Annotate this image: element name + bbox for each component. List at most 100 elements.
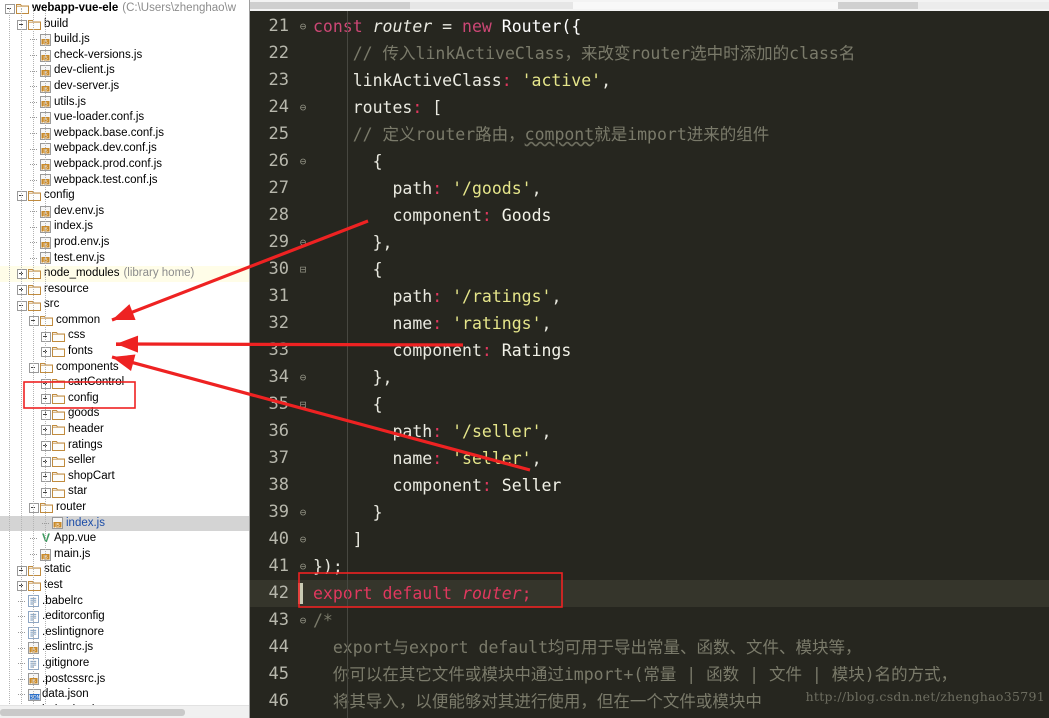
tree-item-dev-env-js[interactable]: JS dev.env.js <box>0 204 250 220</box>
tree-item-star[interactable]: star <box>0 484 250 500</box>
tree-item-seller[interactable]: seller <box>0 453 250 469</box>
tree-item--gitignore[interactable]: .gitignore <box>0 656 250 672</box>
code-fold-toggle-icon[interactable]: ⊖ <box>296 364 310 391</box>
editor-horizontal-scrollbar[interactable] <box>250 0 1049 11</box>
code-fold-toggle-icon[interactable]: ⊖ <box>296 553 310 580</box>
code-line[interactable]: 38 component: Seller <box>250 472 1049 499</box>
tree-item-webapp-vue-ele[interactable]: webapp-vue-ele (C:\Users\zhenghao\w <box>0 1 250 17</box>
code-line[interactable]: 30 ⊟ { <box>250 256 1049 283</box>
tree-item-vue-loader-conf-js[interactable]: JS vue-loader.conf.js <box>0 110 250 126</box>
tree-item-shopcart[interactable]: shopCart <box>0 469 250 485</box>
tree-item-test-env-js[interactable]: JS test.env.js <box>0 251 250 267</box>
tree-item-utils-js[interactable]: JS utils.js <box>0 95 250 111</box>
code-line[interactable]: 44 export与export default均可用于导出常量、函数、文件、模… <box>250 634 1049 661</box>
code-line[interactable]: 25 // 定义router路由，compont就是import进来的组件 <box>250 121 1049 148</box>
scrollbar-thumb[interactable] <box>0 709 185 716</box>
code-line[interactable]: 21 ⊖ const router = new Router({ <box>250 13 1049 40</box>
code-fold-toggle-icon[interactable]: ⊖ <box>296 94 310 121</box>
project-tree-panel[interactable]: webapp-vue-ele (C:\Users\zhenghao\w build J… <box>0 0 250 718</box>
sidebar-horizontal-scrollbar[interactable] <box>0 705 250 718</box>
tree-item-router[interactable]: router <box>0 500 250 516</box>
tree-item-label: static <box>44 563 71 576</box>
code-line[interactable]: 33 component: Ratings <box>250 337 1049 364</box>
caret-row-marker <box>298 583 303 604</box>
code-line[interactable]: 24 ⊖ routes: [ <box>250 94 1049 121</box>
tree-item-common[interactable]: common <box>0 313 250 329</box>
code-line[interactable]: 34 ⊖ }, <box>250 364 1049 391</box>
code-line[interactable]: 37 name: 'seller', <box>250 445 1049 472</box>
code-line[interactable]: 40 ⊖ ] <box>250 526 1049 553</box>
code-line[interactable]: 23 linkActiveClass: 'active', <box>250 67 1049 94</box>
code-line[interactable]: 43 ⊖/* <box>250 607 1049 634</box>
tree-item-static[interactable]: static <box>0 562 250 578</box>
tree-item-webpack-test-conf-js[interactable]: JS webpack.test.conf.js <box>0 173 250 189</box>
tree-item--eslintignore[interactable]: .eslintignore <box>0 625 250 641</box>
code-fold-toggle-icon[interactable]: ⊖ <box>296 148 310 175</box>
project-tree[interactable]: webapp-vue-ele (C:\Users\zhenghao\w build J… <box>0 0 250 718</box>
code-fold-toggle-icon[interactable]: ⊟ <box>296 391 310 418</box>
tree-item-dev-client-js[interactable]: JS dev-client.js <box>0 63 250 79</box>
code-fold-toggle-icon[interactable]: ⊖ <box>296 229 310 256</box>
code-line[interactable]: 35 ⊟ { <box>250 391 1049 418</box>
folder-icon <box>40 502 53 514</box>
code-fold-toggle-icon[interactable]: ⊖ <box>296 499 310 526</box>
code-line[interactable]: 36 path: '/seller', <box>250 418 1049 445</box>
tree-item-test[interactable]: test <box>0 578 250 594</box>
code-line[interactable]: 29 ⊖ }, <box>250 229 1049 256</box>
tree-item-cartcontrol[interactable]: cartControl <box>0 375 250 391</box>
tree-item-label: .babelrc <box>42 594 83 607</box>
tree-item-webpack-base-conf-js[interactable]: JS webpack.base.conf.js <box>0 126 250 142</box>
tree-item-index-js[interactable]: JS index.js <box>0 219 250 235</box>
tree-item-webpack-prod-conf-js[interactable]: JS webpack.prod.conf.js <box>0 157 250 173</box>
code-line[interactable]: 22 // 传入linkActiveClass，来改变router选中时添加的c… <box>250 40 1049 67</box>
code-line[interactable]: 32 name: 'ratings', <box>250 310 1049 337</box>
tree-item-config[interactable]: config <box>0 188 250 204</box>
code-line[interactable]: 45 你可以在其它文件或模块中通过import+(常量 | 函数 | 文件 | … <box>250 661 1049 688</box>
code-token: routes <box>313 98 413 117</box>
code-token: 将其导入，以便能够对其进行使用，但在一个文件或模块中 <box>313 692 762 711</box>
code-line[interactable]: 39 ⊖ } <box>250 499 1049 526</box>
code-line[interactable]: 27 path: '/goods', <box>250 175 1049 202</box>
code-editor[interactable]: 21 ⊖ const router = new Router({22 // 传入li… <box>250 0 1049 718</box>
tree-item-config[interactable]: config <box>0 391 250 407</box>
tree-item--editorconfig[interactable]: .editorconfig <box>0 609 250 625</box>
tree-item-header[interactable]: header <box>0 422 250 438</box>
tree-item-main-js[interactable]: JS main.js <box>0 547 250 563</box>
line-number: 31 <box>268 286 289 306</box>
code-line[interactable]: 31 path: '/ratings', <box>250 283 1049 310</box>
tree-item-ratings[interactable]: ratings <box>0 438 250 454</box>
tree-item-prod-env-js[interactable]: JS prod.env.js <box>0 235 250 251</box>
code-token: 'active' <box>521 71 602 90</box>
code-lines-container[interactable]: 21 ⊖ const router = new Router({22 // 传入li… <box>250 11 1049 718</box>
tree-item-css[interactable]: css <box>0 328 250 344</box>
code-fold-toggle-icon[interactable]: ⊖ <box>296 13 310 40</box>
tree-item--eslintrc-js[interactable]: JS .eslintrc.js <box>0 640 250 656</box>
tree-item-build[interactable]: build <box>0 17 250 33</box>
tree-item-data-json[interactable]: JSON data.json <box>0 687 250 703</box>
tree-item-dev-server-js[interactable]: JS dev-server.js <box>0 79 250 95</box>
tree-item-check-versions-js[interactable]: JS check-versions.js <box>0 48 250 64</box>
code-token: Ratings <box>491 341 572 360</box>
tree-item-fonts[interactable]: fonts <box>0 344 250 360</box>
code-line[interactable]: 42 export default router; <box>250 580 1049 607</box>
tree-item-src[interactable]: src <box>0 297 250 313</box>
tree-item-node-modules[interactable]: node_modules (library home) <box>0 266 250 282</box>
tree-item-components[interactable]: components <box>0 360 250 376</box>
tree-item-resource[interactable]: resource <box>0 282 250 298</box>
code-line[interactable]: 41 ⊖}); <box>250 553 1049 580</box>
tree-item-app-vue[interactable]: V App.vue <box>0 531 250 547</box>
code-fold-toggle-icon[interactable]: ⊖ <box>296 607 310 634</box>
tree-item-goods[interactable]: goods <box>0 406 250 422</box>
code-text: name: 'ratings', <box>313 310 551 337</box>
code-fold-toggle-icon[interactable]: ⊖ <box>296 526 310 553</box>
code-line[interactable]: 26 ⊖ { <box>250 148 1049 175</box>
tree-item-index-js[interactable]: JS index.js <box>0 515 250 532</box>
tree-item--babelrc[interactable]: .babelrc <box>0 594 250 610</box>
code-line[interactable]: 28 component: Goods <box>250 202 1049 229</box>
tree-item-label: config <box>68 391 99 404</box>
tree-item-webpack-dev-conf-js[interactable]: JS webpack.dev.conf.js <box>0 141 250 157</box>
code-fold-toggle-icon[interactable]: ⊟ <box>296 256 310 283</box>
tree-item-build-js[interactable]: JS build.js <box>0 32 250 48</box>
tree-item--postcssrc-js[interactable]: JS .postcssrc.js <box>0 672 250 688</box>
